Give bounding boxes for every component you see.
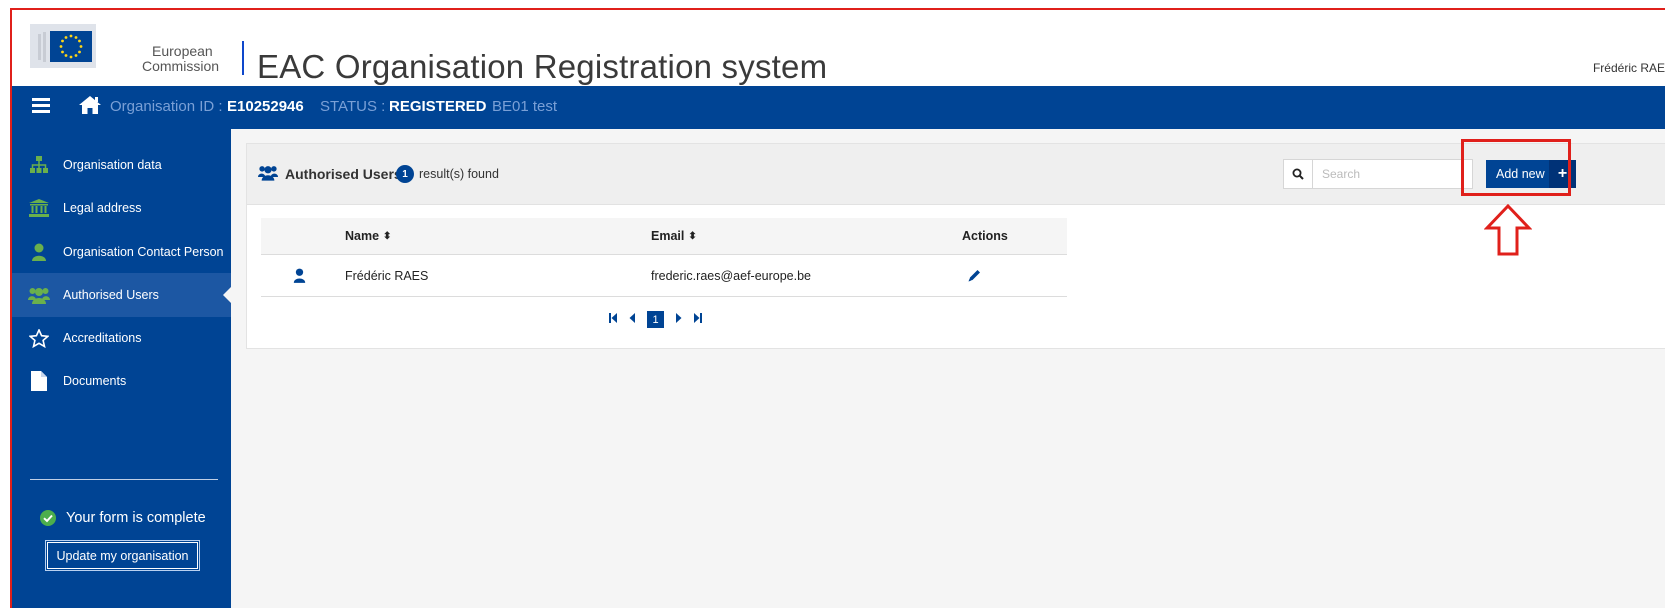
check-circle-icon [40,510,56,526]
search-input[interactable] [1314,160,1472,188]
form-complete-status: Your form is complete [40,510,206,526]
arrow-up-icon [1484,204,1532,256]
sidebar-item-label: Authorised Users [63,288,159,302]
sort-icon: ⬍ [383,230,392,242]
sitemap-icon [28,154,50,176]
result-count-badge: 1 [396,165,414,183]
sidebar-item-legal-address[interactable]: Legal address [12,186,231,230]
sidebar-item-authorised-users[interactable]: Authorised Users [12,273,231,317]
status-value: REGISTERED [389,98,487,115]
org-info-bar: Organisation ID : E10252946 STATUS : REG… [12,86,1665,129]
eu-flag-icon [30,24,96,68]
result-found-text: result(s) found [419,167,499,181]
panel-title: Authorised Users [285,166,402,182]
users-table: Name ⬍ Email ⬍ Actions Frédéric RAES fre… [261,218,1067,297]
logo-line1: European [152,43,213,59]
user-name-cell: Frédéric RAES [345,268,429,283]
first-page-icon[interactable] [609,313,618,326]
column-name-label: Name [345,229,380,243]
form-complete-text: Your form is complete [66,510,206,526]
sidebar-item-label: Accreditations [63,331,142,345]
bank-icon [28,197,50,219]
column-header-email[interactable]: Email ⬍ [651,218,697,254]
user-icon [293,255,306,296]
ec-logo[interactable]: European Commission [30,16,235,78]
highlight-box [1461,139,1571,196]
sidebar-item-organisation-data[interactable]: Organisation data [12,143,231,187]
sidebar-divider [30,479,218,480]
sidebar-item-label: Documents [63,374,127,388]
table-row: Frédéric RAES frederic.raes@aef-europe.b… [261,255,1067,297]
sidebar-item-label: Organisation data [63,158,162,172]
current-page[interactable]: 1 [647,311,664,328]
sidebar-item-contact-person[interactable]: Organisation Contact Person [12,230,231,274]
column-header-name[interactable]: Name ⬍ [345,218,391,254]
org-id-label: Organisation ID : [110,98,223,115]
search-box [1283,159,1473,189]
update-organisation-button[interactable]: Update my organisation [45,540,200,571]
last-page-icon[interactable] [693,313,702,326]
column-actions-label: Actions [962,229,1008,243]
sidebar: Organisation data Legal address Organisa… [12,129,231,608]
org-name: BE01 test [492,98,558,115]
users-icon [258,166,278,181]
column-email-label: Email [651,229,685,243]
logo-line2: Commission [142,58,220,74]
file-icon [28,370,50,392]
user-icon [28,241,50,263]
sidebar-item-label: Organisation Contact Person [63,245,224,259]
sidebar-item-documents[interactable]: Documents [12,359,231,403]
logo-text: European Commission [142,44,219,74]
users-icon [28,284,50,306]
status-label: STATUS : [320,98,386,115]
active-indicator [223,287,231,303]
next-page-icon[interactable] [675,313,682,326]
home-icon[interactable] [78,94,102,116]
menu-toggle-icon[interactable] [32,98,50,114]
panel-header: Authorised Users 1 result(s) found Add n… [247,144,1665,205]
logo-separator [242,41,244,75]
table-header: Name ⬍ Email ⬍ Actions [261,218,1067,255]
org-id-value: E10252946 [227,98,304,115]
column-header-actions: Actions [962,218,1008,254]
main-content: Authorised Users 1 result(s) found Add n… [231,129,1665,608]
prev-page-icon[interactable] [629,313,636,326]
sidebar-item-accreditations[interactable]: Accreditations [12,316,231,360]
site-header: European Commission EAC Organisation Reg… [12,10,1665,86]
sort-icon: ⬍ [688,230,697,242]
app-title: EAC Organisation Registration system [257,48,828,85]
sidebar-item-label: Legal address [63,201,142,215]
edit-icon[interactable] [967,255,982,296]
search-icon[interactable] [1284,160,1313,188]
pagination: 1 [609,311,713,328]
user-email-cell: frederic.raes@aef-europe.be [651,268,811,283]
star-icon [28,327,50,349]
authorised-users-panel: Authorised Users 1 result(s) found Add n… [246,143,1665,349]
user-name-link[interactable]: Frédéric RAE [1593,61,1665,75]
